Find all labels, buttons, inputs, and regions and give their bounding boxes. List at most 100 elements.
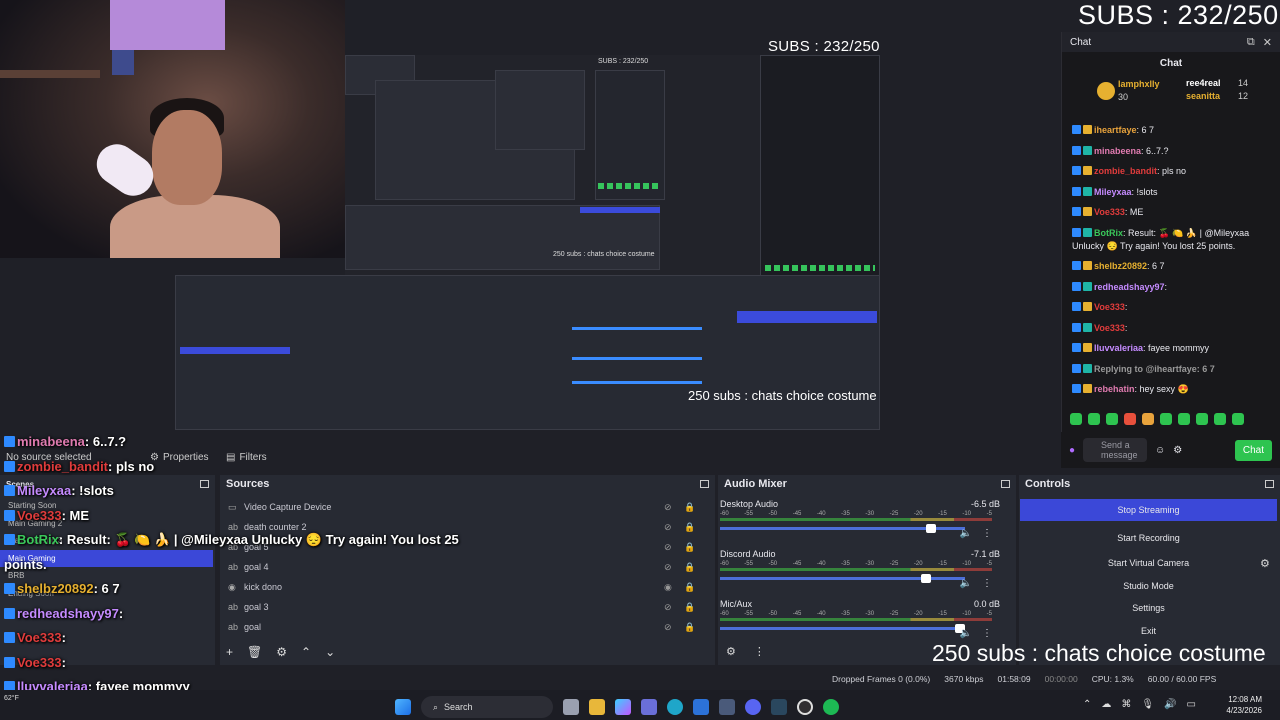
- speaker-icon[interactable]: 🔈: [960, 528, 972, 539]
- chat-username[interactable]: redheadshayy97: [1094, 282, 1165, 292]
- chat-message[interactable]: zombie_bandit: pls no: [1072, 165, 1272, 178]
- chat-message[interactable]: Voe333:: [1072, 301, 1272, 314]
- chat-username[interactable]: minabeena: [1094, 146, 1141, 156]
- lock-icon[interactable]: 🔒: [684, 582, 695, 593]
- lock-icon[interactable]: 🔒: [684, 522, 695, 533]
- chat-message[interactable]: Voe333:: [1072, 322, 1272, 335]
- chevron-up-icon[interactable]: ⌃: [1083, 699, 1091, 710]
- chat-username[interactable]: Mileyxaa: [1094, 187, 1132, 197]
- chat-message[interactable]: redheadshayy97:: [1072, 281, 1272, 294]
- eye-icon[interactable]: ◉: [664, 582, 672, 593]
- start-virtual-camera-button[interactable]: Start Virtual Camera: [1020, 552, 1277, 574]
- copilot-icon[interactable]: [615, 699, 631, 715]
- chevron-up-icon[interactable]: ⌃: [301, 645, 311, 659]
- chat-username[interactable]: rebehatin: [1094, 384, 1135, 394]
- spotify-icon[interactable]: [823, 699, 839, 715]
- leader-name-2[interactable]: ree4real: [1186, 78, 1221, 88]
- chat-username[interactable]: BotRix: [1094, 228, 1123, 238]
- lock-icon[interactable]: 🔒: [684, 622, 695, 633]
- mic-icon[interactable]: ●: [1069, 445, 1075, 456]
- start-recording-button[interactable]: Start Recording: [1020, 527, 1277, 549]
- undock-icon[interactable]: [1265, 480, 1274, 488]
- mic-icon[interactable]: 🎙: [1141, 699, 1154, 710]
- teams-icon[interactable]: [641, 699, 657, 715]
- undock-icon[interactable]: [200, 480, 209, 488]
- file-explorer-icon[interactable]: [589, 699, 605, 715]
- network-icon[interactable]: ⌘: [1121, 699, 1131, 710]
- chat-username[interactable]: lluvvaleriaa: [1094, 343, 1143, 353]
- chat-message[interactable]: BotRix: Result: 🍒 🍋 🍌 | @Mileyxaa Unluck…: [1072, 227, 1272, 253]
- eye-icon[interactable]: ⊘: [664, 602, 672, 613]
- speaker-icon[interactable]: 🔈: [960, 628, 972, 639]
- popout-icon[interactable]: ⧉: [1247, 36, 1255, 49]
- lock-icon[interactable]: 🔒: [684, 602, 695, 613]
- chat-message[interactable]: rebehatin: hey sexy 😍: [1072, 383, 1272, 396]
- chat-message[interactable]: Replying to @iheartfaye: 6 7: [1072, 363, 1272, 376]
- chat-username[interactable]: iheartfaye: [1094, 125, 1137, 135]
- start-icon[interactable]: [395, 699, 411, 715]
- settings-button[interactable]: Settings: [1020, 597, 1277, 619]
- lock-icon[interactable]: 🔒: [684, 542, 695, 553]
- eye-icon[interactable]: ⊘: [664, 622, 672, 633]
- source-item[interactable]: ▭ Video Capture Device ⊘ 🔒: [228, 499, 698, 515]
- chat-message[interactable]: Voe333: ME: [1072, 206, 1272, 219]
- source-item[interactable]: ◉ kick dono ◉ 🔒: [228, 579, 698, 595]
- weather-widget[interactable]: 62°F: [4, 695, 19, 702]
- more-icon[interactable]: ⋮: [982, 628, 992, 639]
- chevron-down-icon[interactable]: ⌄: [325, 645, 335, 659]
- undock-icon[interactable]: [700, 480, 709, 488]
- gear-icon[interactable]: ⚙: [726, 645, 736, 658]
- chat-username[interactable]: Replying to @iheartfaye: 6 7: [1094, 364, 1215, 374]
- chat-message[interactable]: shelbz20892: 6 7: [1072, 260, 1272, 273]
- chat-username[interactable]: shelbz20892: [1094, 261, 1147, 271]
- source-item[interactable]: ab goal 3 ⊘ 🔒: [228, 599, 698, 615]
- chat-username[interactable]: Voe333: [1094, 207, 1125, 217]
- leader-name-1[interactable]: lamphxlly: [1118, 79, 1160, 89]
- steam-icon[interactable]: [771, 699, 787, 715]
- eye-icon[interactable]: ⊘: [664, 502, 672, 513]
- more-icon[interactable]: ⋮: [982, 578, 992, 589]
- lock-icon[interactable]: 🔒: [684, 562, 695, 573]
- trash-icon[interactable]: 🗑: [247, 645, 262, 659]
- eye-icon[interactable]: ⊘: [664, 562, 672, 573]
- chat-message[interactable]: lluvvaleriaa: fayee mommyy: [1072, 342, 1272, 355]
- edge-icon[interactable]: [667, 699, 683, 715]
- cloud-icon[interactable]: ☁: [1101, 699, 1111, 710]
- source-item[interactable]: ab goal ⊘ 🔒: [228, 619, 698, 635]
- send-message-input[interactable]: Send a message: [1083, 438, 1148, 462]
- lock-icon[interactable]: 🔒: [684, 502, 695, 513]
- eye-icon[interactable]: ⊘: [664, 542, 672, 553]
- fader-knob[interactable]: [920, 574, 931, 583]
- more-icon[interactable]: ⋮: [982, 528, 992, 539]
- add-icon[interactable]: +: [226, 645, 233, 659]
- clock[interactable]: 12:08 AM 4/23/2026: [1226, 694, 1262, 716]
- virtual-camera-gear-icon[interactable]: ⚙: [1260, 557, 1270, 570]
- eye-icon[interactable]: ⊘: [664, 522, 672, 533]
- battery-icon[interactable]: ▭: [1187, 699, 1196, 710]
- chat-message[interactable]: Mileyxaa: !slots: [1072, 186, 1272, 199]
- volume-fader[interactable]: [720, 574, 965, 583]
- chat-username[interactable]: Voe333: [1094, 302, 1125, 312]
- source-item[interactable]: ab goal 4 ⊘ 🔒: [228, 559, 698, 575]
- discord-icon[interactable]: [745, 699, 761, 715]
- chat-message[interactable]: minabeena: 6..7.?: [1072, 145, 1272, 158]
- fader-knob[interactable]: [925, 524, 936, 533]
- obs-icon[interactable]: [797, 699, 813, 715]
- task-view-icon[interactable]: [563, 699, 579, 715]
- settings-icon[interactable]: ⚙: [1173, 445, 1182, 456]
- chat-send-button[interactable]: Chat: [1234, 439, 1272, 461]
- emote-bar[interactable]: [1070, 413, 1244, 425]
- gear-icon[interactable]: ⚙: [276, 645, 287, 659]
- volume-icon[interactable]: 🔊: [1164, 699, 1176, 710]
- more-icon[interactable]: ⋮: [754, 645, 765, 658]
- store-icon[interactable]: [693, 699, 709, 715]
- chat-username[interactable]: Voe333: [1094, 323, 1125, 333]
- emote-picker-icon[interactable]: ☺: [1155, 445, 1165, 456]
- tab-properties[interactable]: ⚙ Properties: [150, 449, 209, 465]
- chat-username[interactable]: zombie_bandit: [1094, 166, 1157, 176]
- taskbar-search[interactable]: ⌕ Search: [421, 696, 553, 718]
- speaker-icon[interactable]: 🔈: [960, 578, 972, 589]
- chat-message-list[interactable]: iheartfaye: 6 7 minabeena: 6..7.? zombie_b…: [1062, 118, 1280, 396]
- volume-fader[interactable]: [720, 524, 965, 533]
- stop-streaming-button[interactable]: Stop Streaming: [1020, 499, 1277, 521]
